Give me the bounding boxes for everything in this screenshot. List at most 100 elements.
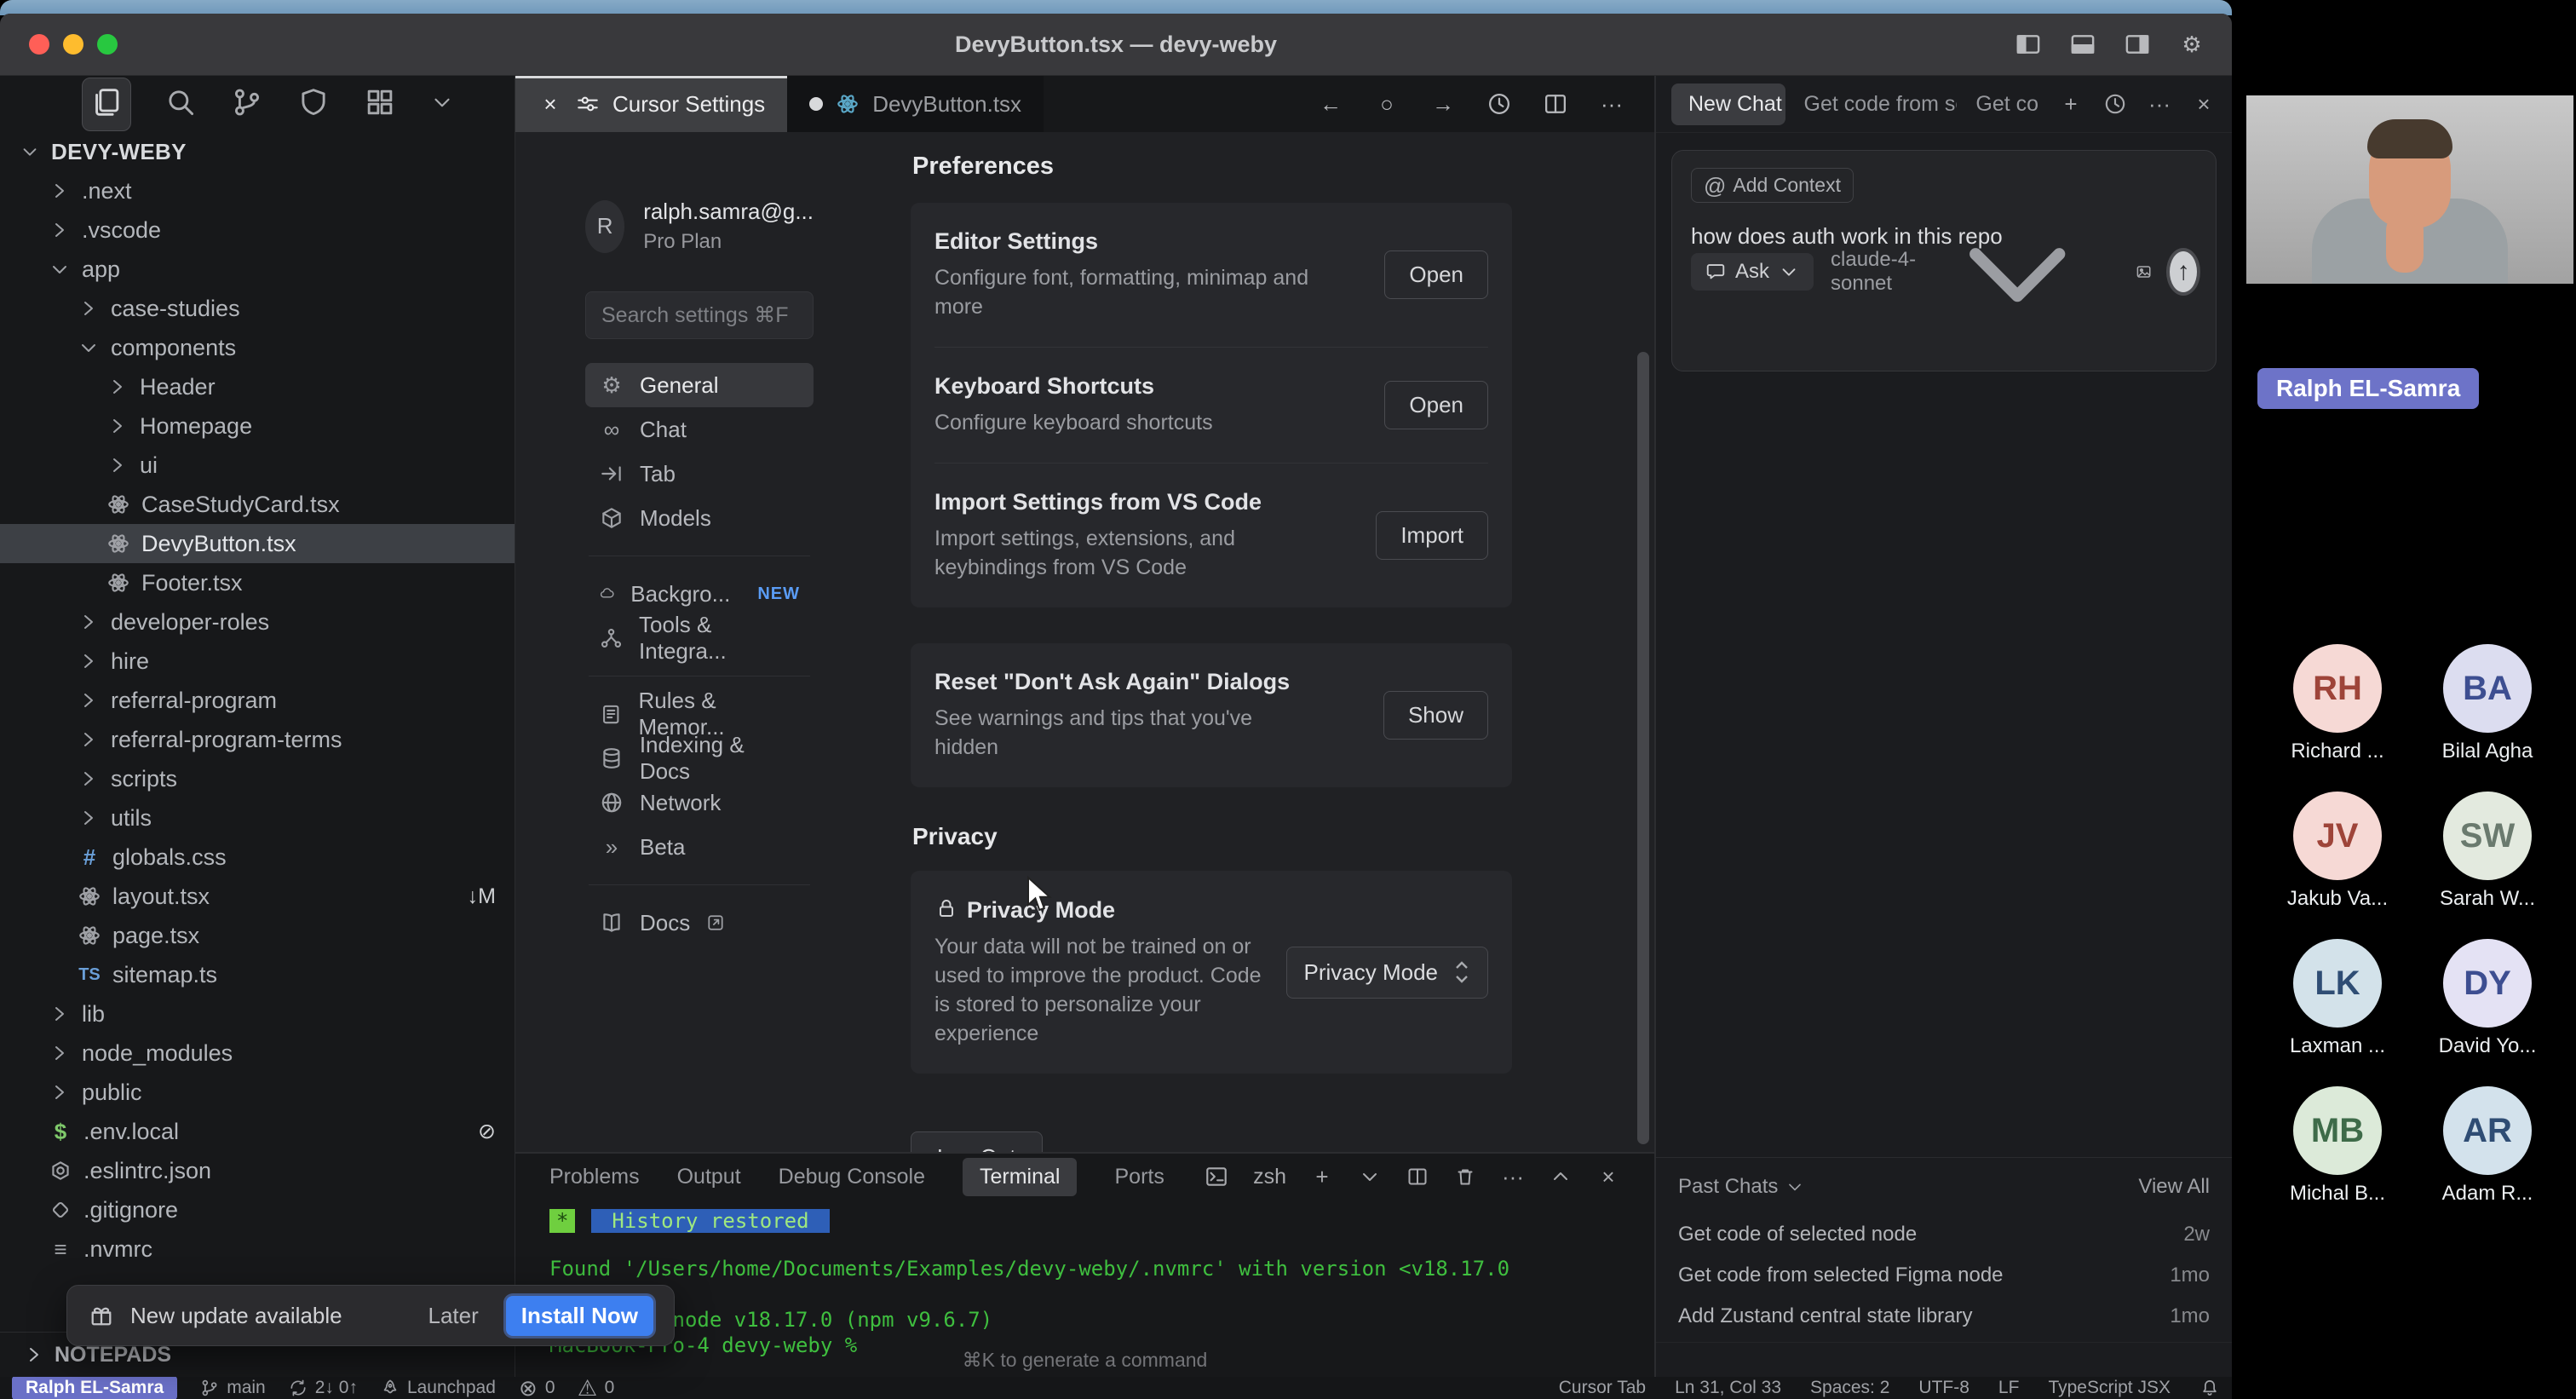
folder-node_modules[interactable]: node_modules: [0, 1033, 515, 1073]
folder-utils[interactable]: utils: [0, 798, 515, 838]
file-.gitignore[interactable]: .gitignore: [0, 1190, 515, 1229]
activity-chevron-down[interactable]: [429, 89, 455, 119]
past-chats-heading[interactable]: Past Chats: [1678, 1175, 1778, 1199]
model-selector[interactable]: claude-4-sonnet: [1831, 188, 2101, 355]
split-icon[interactable]: [1406, 1165, 1429, 1189]
nav-back-icon[interactable]: ←: [1317, 90, 1344, 118]
folder-.vscode[interactable]: .vscode: [0, 210, 515, 250]
more-icon[interactable]: ···: [1501, 1165, 1525, 1189]
panel-left-icon[interactable]: [2014, 30, 2043, 59]
activity-branch[interactable]: [230, 85, 264, 124]
folder-lib[interactable]: lib: [0, 994, 515, 1033]
status-lf[interactable]: LF: [1998, 1378, 2020, 1398]
file-DevyButton.tsx[interactable]: DevyButton.tsx: [0, 524, 515, 563]
participant-ba[interactable]: BABilal Agha: [2412, 644, 2562, 792]
folder-referral-program[interactable]: referral-program: [0, 681, 515, 720]
chevron-down-icon[interactable]: [1358, 1165, 1382, 1189]
folder-developer-roles[interactable]: developer-roles: [0, 602, 515, 642]
status-launchpad[interactable]: Launchpad: [380, 1378, 496, 1398]
nav-forward-icon[interactable]: →: [1429, 90, 1457, 118]
chevron-up-icon[interactable]: [1549, 1165, 1573, 1189]
settings-scrollbar[interactable]: [1637, 352, 1649, 1144]
settings-nav-models[interactable]: Models: [585, 496, 814, 540]
settings-nav-network[interactable]: Network: [585, 780, 814, 825]
explorer-root[interactable]: DEVY-WEBY: [0, 132, 515, 171]
panel-tab-output[interactable]: Output: [677, 1165, 741, 1189]
show-button[interactable]: Show: [1383, 691, 1488, 740]
status-main[interactable]: main: [199, 1378, 266, 1398]
folder-hire[interactable]: hire: [0, 642, 515, 681]
split-editor-icon[interactable]: [1542, 90, 1569, 118]
status-0[interactable]: ⊗0: [518, 1378, 555, 1398]
import-button[interactable]: Import: [1376, 511, 1488, 560]
file-sitemap.ts[interactable]: TSsitemap.ts: [0, 955, 515, 994]
participant-lk[interactable]: LKLaxman ...: [2263, 939, 2412, 1086]
status-typescript-jsx[interactable]: TypeScript JSX: [2048, 1378, 2171, 1398]
view-all-link[interactable]: View All: [2138, 1175, 2210, 1199]
install-now-button[interactable]: Install Now: [506, 1296, 653, 1336]
settings-nav-general[interactable]: ⚙General: [585, 363, 814, 407]
close-window-button[interactable]: [29, 34, 49, 55]
chat-history-icon[interactable]: [2102, 91, 2128, 117]
settings-nav-backgro[interactable]: Backgro...NEW: [585, 572, 814, 616]
settings-nav-rulesmemor[interactable]: Rules & Memor...: [585, 692, 814, 736]
more-actions-icon[interactable]: ···: [1598, 90, 1625, 118]
participant-jv[interactable]: JVJakub Va...: [2263, 792, 2412, 939]
shell-label[interactable]: zsh: [1253, 1165, 1286, 1189]
chat-more-icon[interactable]: ···: [2147, 91, 2172, 117]
folder-components[interactable]: components: [0, 328, 515, 367]
folder-public[interactable]: public: [0, 1073, 515, 1112]
close-icon[interactable]: ×: [538, 91, 563, 117]
activity-search[interactable]: [164, 85, 198, 124]
close-icon[interactable]: ×: [1596, 1165, 1620, 1189]
chat-tab-get-cod[interactable]: Get cod: [1975, 92, 2039, 117]
settings-search-input[interactable]: Search settings ⌘F: [585, 291, 814, 339]
status-utf-8[interactable]: UTF-8: [1918, 1378, 1969, 1398]
minimize-window-button[interactable]: [63, 34, 83, 55]
file-.eslintrc.json[interactable]: .eslintrc.json: [0, 1151, 515, 1190]
activity-grid[interactable]: [363, 85, 397, 124]
folder-case-studies[interactable]: case-studies: [0, 289, 515, 328]
file-layout.tsx[interactable]: layout.tsx↓M: [0, 877, 515, 916]
participant-rh[interactable]: RHRichard ...: [2263, 644, 2412, 792]
nav-dot-icon[interactable]: ○: [1373, 90, 1400, 118]
trash-icon[interactable]: [1453, 1165, 1477, 1189]
panel-bottom-icon[interactable]: [2068, 30, 2097, 59]
terminal-output[interactable]: * History restored Found '/Users/home/Do…: [515, 1200, 1654, 1367]
status-ln-31-col-33[interactable]: Ln 31, Col 33: [1675, 1378, 1781, 1398]
folder-Homepage[interactable]: Homepage: [0, 406, 515, 446]
past-chat-item[interactable]: Add Zustand central state library1mo: [1678, 1296, 2210, 1337]
settings-nav-beta[interactable]: »Beta: [585, 825, 814, 869]
file-CaseStudyCard.tsx[interactable]: CaseStudyCard.tsx: [0, 485, 515, 524]
status-spaces-2[interactable]: Spaces: 2: [1810, 1378, 1889, 1398]
tab-devybutton[interactable]: DevyButton.tsx: [787, 76, 1044, 132]
file-page.tsx[interactable]: page.tsx: [0, 916, 515, 955]
status-0[interactable]: ⚠0: [578, 1378, 615, 1398]
panel-tab-problems[interactable]: Problems: [549, 1165, 640, 1189]
folder-scripts[interactable]: scripts: [0, 759, 515, 798]
panel-tab-debug-console[interactable]: Debug Console: [779, 1165, 925, 1189]
privacy-mode-select[interactable]: Privacy Mode: [1286, 947, 1489, 999]
later-button[interactable]: Later: [416, 1298, 490, 1334]
new-chat-icon[interactable]: +: [2058, 91, 2084, 117]
participant-sw[interactable]: SWSarah W...: [2412, 792, 2562, 939]
status-cursor-tab[interactable]: Cursor Tab: [1559, 1378, 1646, 1398]
settings-nav-docs[interactable]: Docs: [585, 901, 814, 945]
settings-nav-chat[interactable]: ∞Chat: [585, 407, 814, 452]
status-2-0-[interactable]: 2↓ 0↑: [288, 1378, 358, 1398]
attach-image-icon[interactable]: [2135, 258, 2153, 285]
bell-icon[interactable]: [2199, 1378, 2220, 1398]
close-chat-icon[interactable]: ×: [2191, 91, 2217, 117]
settings-nav-tab[interactable]: Tab: [585, 452, 814, 496]
folder-referral-program-terms[interactable]: referral-program-terms: [0, 720, 515, 759]
zoom-window-button[interactable]: [97, 34, 118, 55]
chat-tab-get-code-from-sele[interactable]: Get code from sele: [1804, 92, 1958, 117]
gear-icon[interactable]: ⚙: [2177, 30, 2206, 59]
chat-mode-dropdown[interactable]: Ask: [1691, 253, 1814, 291]
panel-tab-terminal[interactable]: Terminal: [963, 1158, 1077, 1196]
file-globals.css[interactable]: #globals.css: [0, 838, 515, 877]
participant-dy[interactable]: DYDavid Yo...: [2412, 939, 2562, 1086]
plus-icon[interactable]: +: [1310, 1165, 1334, 1189]
participant-mb[interactable]: MBMichal B...: [2263, 1086, 2412, 1234]
timeline-icon[interactable]: [1486, 90, 1513, 118]
